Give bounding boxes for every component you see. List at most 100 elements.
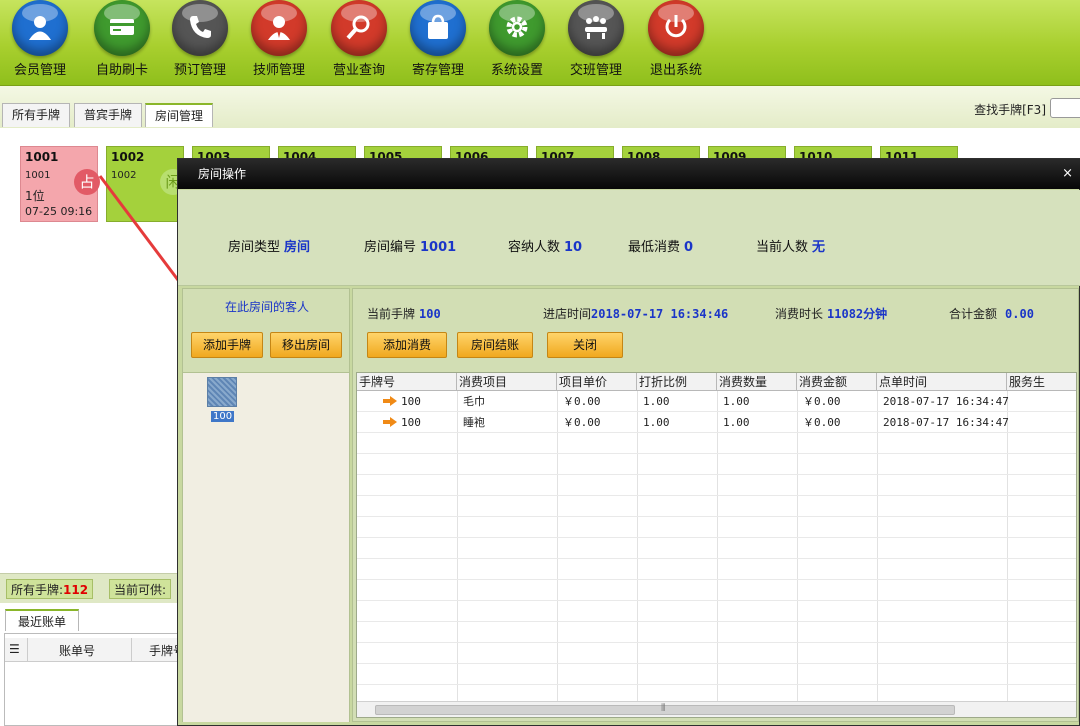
room-type: 房间类型 房间 <box>228 236 310 255</box>
column-header[interactable]: 手牌号 <box>357 373 457 391</box>
search-label: 查找手牌[F3] <box>974 103 1046 117</box>
room-sub: 1001 <box>25 170 51 181</box>
table-row-empty <box>357 517 1076 538</box>
all-cards-count: 所有手牌:112 <box>6 579 94 599</box>
business-query-button[interactable]: 营业查询 <box>323 0 395 84</box>
toolbar-label: 退出系统 <box>649 63 702 78</box>
toolbar-label: 交班管理 <box>569 63 622 78</box>
table-row[interactable]: 100 毛巾 ￥0.00 1.00 1.00 ￥0.00 2018-07-17 … <box>357 391 1076 412</box>
column-header[interactable]: 消费数量 <box>717 373 797 391</box>
list-icon: ☰ <box>9 642 20 656</box>
column-header[interactable]: 消费金额 <box>797 373 877 391</box>
tab-recent-bills[interactable]: 最近账单 <box>5 609 80 631</box>
power-icon <box>648 0 704 56</box>
total-amount: 合计金额 0.00 <box>949 305 1034 322</box>
column-header[interactable]: 服务生 <box>1007 373 1076 391</box>
table-row-empty <box>357 622 1076 643</box>
tab-bar: 所有手牌 普宾手牌 房间管理 查找手牌[F3] <box>0 86 1080 128</box>
column-header[interactable]: 打折比例 <box>637 373 717 391</box>
cell-order-time: 2018-07-17 16:34:47 <box>883 395 1009 408</box>
self-card-button[interactable]: 自助刷卡 <box>86 0 158 84</box>
capacity-value: 10 <box>564 240 583 255</box>
room-number: 1001 <box>25 150 59 164</box>
table-row[interactable]: 100 睡袍 ￥0.00 1.00 1.00 ￥0.00 2018-07-17 … <box>357 412 1076 433</box>
consumption-table: 手牌号 消费项目 项目单价 打折比例 消费数量 消费金额 点单时间 服务生 10… <box>356 372 1077 718</box>
room-checkout-button[interactable]: 房间结账 <box>457 332 533 358</box>
scrollbar-thumb[interactable]: ⦀ <box>375 703 955 715</box>
bag-icon <box>410 0 466 56</box>
toolbar-label: 寄存管理 <box>411 63 464 78</box>
tab-room-management[interactable]: 房间管理 <box>145 103 214 127</box>
room-type-value: 房间 <box>284 240 311 255</box>
guests-panel-title: 在此房间的客人 <box>224 300 309 314</box>
column-header[interactable]: 项目单价 <box>557 373 637 391</box>
table-row-empty <box>357 538 1076 559</box>
magnifier-icon <box>331 0 387 56</box>
current-guests-value: 无 <box>812 240 826 255</box>
guest-card-label[interactable]: 100 <box>211 411 235 422</box>
search-input[interactable] <box>1050 98 1080 118</box>
add-card-button[interactable]: 添加手牌 <box>191 332 263 358</box>
room-number-info: 房间编号 1001 <box>364 236 456 255</box>
close-button[interactable]: 关闭 <box>547 332 623 358</box>
member-management-button[interactable]: 会员管理 <box>4 0 76 84</box>
all-cards-label: 所有手牌: <box>11 583 64 597</box>
available-count: 当前可供: <box>109 579 172 599</box>
booking-management-button[interactable]: 预订管理 <box>164 0 236 84</box>
phone-icon <box>172 0 228 56</box>
technician-icon <box>251 0 307 56</box>
table-row-empty <box>357 454 1076 475</box>
status-bar: 所有手牌:112 当前可供: <box>0 573 180 603</box>
cell-card: 100 <box>379 391 421 412</box>
tab-all-cards[interactable]: 所有手牌 <box>2 103 71 127</box>
system-settings-button[interactable]: 系统设置 <box>481 0 553 84</box>
cell-quantity: 1.00 <box>723 416 750 429</box>
capacity-label: 容纳人数 <box>508 240 561 255</box>
enter-time-value: 2018-07-17 16:34:46 <box>591 307 729 321</box>
move-out-room-button[interactable]: 移出房间 <box>270 332 342 358</box>
recent-bills-header: ☰ 账单号 手牌号 <box>5 638 185 662</box>
storage-management-button[interactable]: 寄存管理 <box>402 0 474 84</box>
room-time: 07-25 09:16 <box>25 205 93 218</box>
room-tile[interactable]: 1001 1001 1位 07-25 09:16 占 <box>20 146 100 222</box>
shift-management-button[interactable]: 交班管理 <box>560 0 632 84</box>
table-header: 手牌号 消费项目 项目单价 打折比例 消费数量 消费金额 点单时间 服务生 <box>357 373 1076 391</box>
cell-discount: 1.00 <box>643 395 670 408</box>
room-type-label: 房间类型 <box>228 240 281 255</box>
cell-price: ￥0.00 <box>563 395 601 408</box>
guests-panel: 在此房间的客人 添加手牌 移出房间 100 <box>182 288 350 722</box>
add-consumption-button[interactable]: 添加消费 <box>367 332 447 358</box>
toolbar-label: 技师管理 <box>252 63 305 78</box>
room-number-value: 1001 <box>420 240 457 255</box>
table-row-empty <box>357 643 1076 664</box>
cell-item: 毛巾 <box>463 395 485 408</box>
close-icon[interactable]: × <box>1062 159 1073 189</box>
dialog-title-text: 房间操作 <box>198 167 247 181</box>
total-amount-label: 合计金额 <box>949 307 998 321</box>
table-row-empty <box>357 580 1076 601</box>
divider <box>131 638 132 662</box>
tab-regular-cards[interactable]: 普宾手牌 <box>74 103 143 127</box>
current-card: 当前手牌 100 <box>367 305 441 322</box>
table-row-empty <box>357 601 1076 622</box>
table-row-empty <box>357 496 1076 517</box>
available-label: 当前可供: <box>114 583 167 597</box>
toolbar-label: 营业查询 <box>332 63 385 78</box>
column-header[interactable]: 消费项目 <box>457 373 557 391</box>
total-amount-value: 0.00 <box>1005 307 1034 321</box>
gear-icon <box>489 0 545 56</box>
toolbar-label: 会员管理 <box>13 63 66 78</box>
recent-bills-table: ☰ 账单号 手牌号 <box>4 633 185 726</box>
exit-system-button[interactable]: 退出系统 <box>640 0 712 84</box>
technician-management-button[interactable]: 技师管理 <box>243 0 315 84</box>
column-header[interactable]: 点单时间 <box>877 373 1007 391</box>
horizontal-scrollbar[interactable]: ⦀ <box>357 701 1076 717</box>
toolbar-label: 系统设置 <box>490 63 543 78</box>
scroll-grip: ⦀ <box>661 703 666 714</box>
guest-card-icon[interactable] <box>207 377 237 407</box>
consume-duration-value: 11082分钟 <box>827 307 888 321</box>
consumption-panel: 当前手牌 100 进店时间2018-07-17 16:34:46 消费时长 1108… <box>352 288 1079 722</box>
arrow-right-icon <box>383 396 397 406</box>
guest-list: 100 <box>183 372 349 722</box>
main-toolbar: 会员管理 自助刷卡 预订管理 技师管理 营业查询 寄存管理 系统设置 交班管理 … <box>0 0 1080 86</box>
